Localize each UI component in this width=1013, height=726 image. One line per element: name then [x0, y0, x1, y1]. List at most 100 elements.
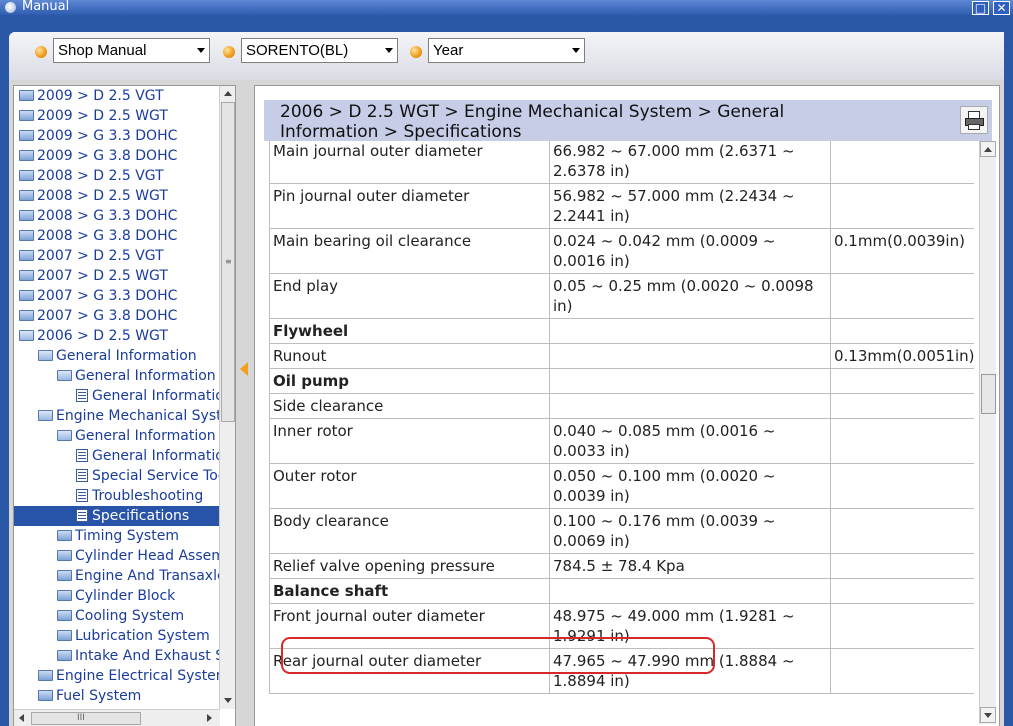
folder-icon	[19, 130, 34, 141]
tree-item[interactable]: 2008 > D 2.5 WGT	[19, 186, 219, 206]
tree-item[interactable]: 2008 > G 3.8 DOHC	[19, 226, 219, 246]
table-row: Relief valve opening pressure 784.5 ± 78.…	[269, 553, 974, 579]
tree-item[interactable]: Cylinder Head Assembly	[57, 546, 219, 566]
content-scroll-thumb[interactable]	[981, 374, 996, 414]
close-button[interactable]: ✕	[993, 1, 1010, 15]
tree-item[interactable]: Engine Electrical System	[38, 666, 219, 686]
tree-item[interactable]: 2006 > D 2.5 WGT	[19, 326, 219, 346]
tree-item-label: 2008 > D 2.5 VGT	[37, 168, 164, 184]
tree-item[interactable]: Engine Mechanical System	[38, 406, 219, 426]
item-cell: Inner rotor	[269, 418, 550, 464]
tree-hscroll-thumb[interactable]: III	[31, 712, 141, 725]
standard-value-cell: 0.050 ~ 0.100 mm (0.0020 ~ 0.0039 in)	[549, 463, 831, 509]
tree-vertical-scrollbar[interactable]: ≡	[219, 86, 235, 709]
tree-item[interactable]: Lubrication System	[57, 626, 219, 646]
tree-item-label: General Information	[92, 448, 219, 464]
tree-item[interactable]: Engine And Transaxle Assembly	[57, 566, 219, 586]
maximize-button[interactable]: □	[972, 1, 989, 15]
scroll-up-button[interactable]	[980, 141, 996, 157]
breadcrumb-text: 2006 > D 2.5 WGT > Engine Mechanical Sys…	[280, 102, 785, 142]
tree-item[interactable]: 2007 > D 2.5 WGT	[19, 266, 219, 286]
scroll-down-button[interactable]	[980, 707, 996, 723]
breadcrumb: 2006 > D 2.5 WGT > Engine Mechanical Sys…	[264, 100, 992, 142]
tree-scroll-thumb[interactable]: ≡	[221, 102, 235, 422]
folder-icon	[57, 530, 72, 541]
item-cell: Outer rotor	[269, 463, 550, 509]
pane-splitter[interactable]	[237, 85, 251, 726]
tree-item[interactable]: Specifications	[14, 506, 219, 526]
tree-item[interactable]: General Information	[76, 386, 219, 406]
scroll-left-icon[interactable]	[19, 714, 24, 722]
standard-value-cell: 0.024 ~ 0.042 mm (0.0009 ~ 0.0016 in)	[549, 228, 831, 274]
tree-item[interactable]: Cooling System	[57, 606, 219, 626]
tree-horizontal-scrollbar[interactable]: III	[14, 709, 220, 726]
tree-item-label: Troubleshooting	[92, 488, 204, 504]
table-row: End play 0.05 ~ 0.25 mm (0.0020 ~ 0.0098 …	[269, 273, 974, 319]
tree-item[interactable]: Cylinder Block	[57, 586, 219, 606]
scroll-down-icon[interactable]	[224, 698, 232, 703]
chevron-down-icon	[572, 48, 580, 53]
tree-item-label: Engine Mechanical System	[56, 408, 219, 424]
limit-cell	[830, 463, 974, 509]
tree-item[interactable]: General Information	[57, 426, 219, 446]
vehicle-select[interactable]: SORENTO(BL)	[241, 38, 398, 63]
tree-item[interactable]: General Information	[76, 446, 219, 466]
manual-select[interactable]: Shop Manual	[53, 38, 210, 63]
tree-item[interactable]: 2007 > D 2.5 VGT	[19, 246, 219, 266]
navigation-tree[interactable]: 2009 > D 2.5 VGT 2009 > D 2.5 WGT 2009 > G…	[13, 85, 236, 726]
tree-item-label: Lubrication System	[75, 628, 210, 644]
vehicle-select-value: SORENTO(BL)	[246, 42, 349, 59]
tree-item[interactable]: General Information	[57, 366, 219, 386]
standard-value-cell	[549, 343, 831, 369]
scroll-up-icon	[984, 147, 992, 152]
limit-cell	[830, 553, 974, 579]
scroll-up-icon[interactable]	[224, 91, 232, 96]
folder-icon	[19, 270, 34, 281]
tree-item[interactable]: Special Service Tools	[76, 466, 219, 486]
tree-item[interactable]: 2007 > G 3.8 DOHC	[19, 306, 219, 326]
tree-item[interactable]: Intake And Exhaust System	[57, 646, 219, 666]
content-vertical-scrollbar[interactable]	[979, 141, 996, 724]
tree-item[interactable]: 2008 > D 2.5 VGT	[19, 166, 219, 186]
scroll-right-icon[interactable]	[207, 714, 212, 722]
tree-item[interactable]: 2009 > G 3.8 DOHC	[19, 146, 219, 166]
tree-item-label: 2009 > D 2.5 VGT	[37, 88, 164, 104]
tree-item-label: Timing System	[75, 528, 179, 544]
print-button[interactable]	[960, 106, 988, 134]
window-titlebar[interactable]: Manual □ ✕	[0, 0, 1013, 15]
year-select[interactable]: Year	[428, 38, 585, 63]
table-row: Body clearance 0.100 ~ 0.176 mm (0.0039 ~…	[269, 508, 974, 554]
content-pane: 2006 > D 2.5 WGT > Engine Mechanical Sys…	[254, 85, 1000, 726]
tree-item-label: 2008 > G 3.8 DOHC	[37, 228, 178, 244]
tree-item-label: 2008 > G 3.3 DOHC	[37, 208, 178, 224]
app-icon	[5, 2, 16, 13]
chevron-down-icon	[385, 48, 393, 53]
document-icon	[76, 509, 88, 522]
limit-cell	[830, 508, 974, 554]
tree-item[interactable]: 2007 > G 3.3 DOHC	[19, 286, 219, 306]
tree-item[interactable]: Fuel System	[38, 686, 219, 706]
tree-item[interactable]: 2009 > G 3.3 DOHC	[19, 126, 219, 146]
tree-item[interactable]: 2008 > G 3.3 DOHC	[19, 206, 219, 226]
item-cell: Main bearing oil clearance	[269, 228, 550, 274]
tree-item[interactable]: General Information	[38, 346, 219, 366]
table-row: Pin journal outer diameter 56.982 ~ 57.00…	[269, 183, 974, 229]
tree-item[interactable]: Timing System	[57, 526, 219, 546]
limit-cell: 0.13mm(0.0051in)	[830, 343, 974, 369]
table-row: Runout 0.13mm(0.0051in)	[269, 343, 974, 369]
tree-item-label: Intake And Exhaust System	[75, 648, 219, 664]
tree-item-label: Fuel System	[56, 688, 142, 704]
tree-item[interactable]: 2009 > D 2.5 VGT	[19, 86, 219, 106]
folder-icon	[19, 310, 34, 321]
tree-item[interactable]: Troubleshooting	[76, 486, 219, 506]
folder-icon	[57, 570, 72, 581]
tree-item[interactable]: 2009 > D 2.5 WGT	[19, 106, 219, 126]
tree-item-label: 2008 > D 2.5 WGT	[37, 188, 168, 204]
section-header-row: Balance shaft	[269, 578, 974, 604]
folder-open-icon	[38, 350, 53, 361]
document-icon	[76, 469, 88, 482]
specifications-viewport[interactable]: Main bearing cap boltMain journal outer …	[264, 141, 974, 724]
tree-item-label: General Information	[75, 428, 216, 444]
collapse-arrow-icon[interactable]	[240, 362, 248, 376]
specifications-table: Main bearing cap boltMain journal outer …	[269, 141, 974, 694]
